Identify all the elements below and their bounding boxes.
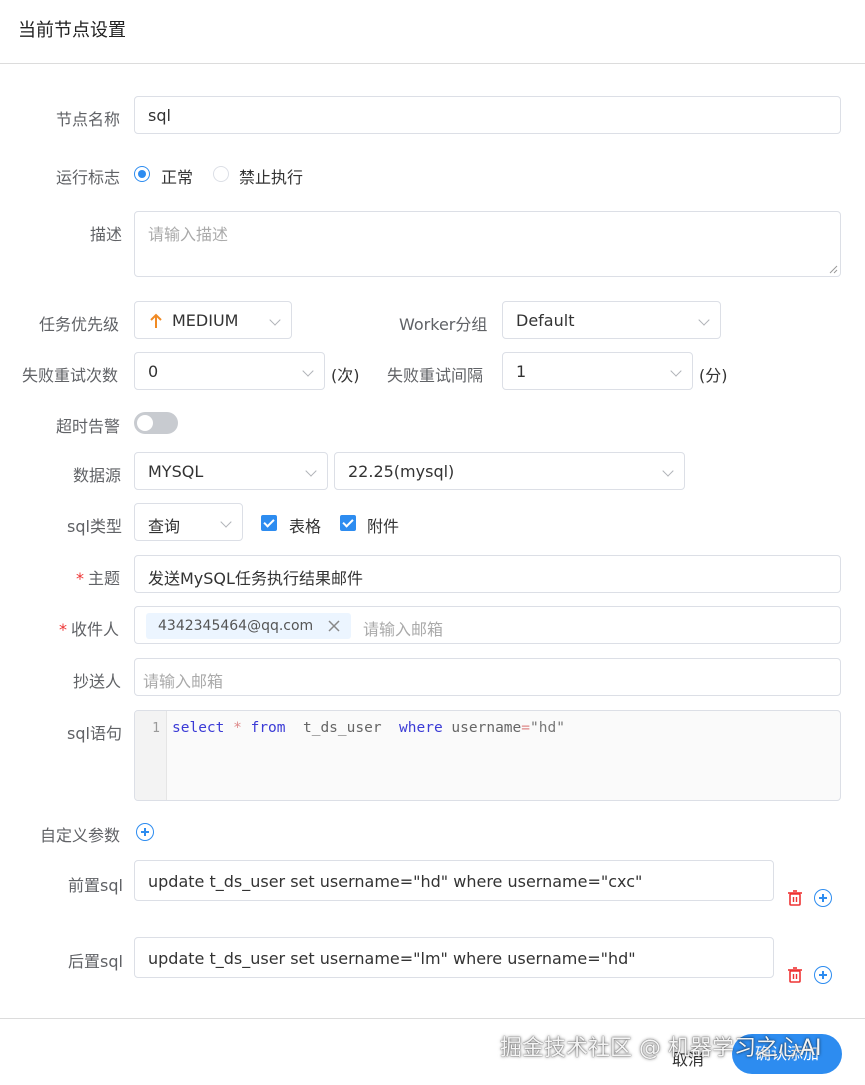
retry-times-label: 失败重试次数 (22, 366, 119, 385)
required-mark: * (76, 569, 84, 588)
datasource-label: 数据源 (73, 466, 122, 485)
retry-interval-suffix: (分) (699, 366, 728, 385)
priority-value: MEDIUM (172, 311, 239, 330)
timeout-alarm-label: 超时告警 (56, 417, 121, 436)
chevron-down-icon (302, 365, 314, 377)
sql-type-select[interactable]: 查询 (134, 503, 243, 541)
dialog-header: 当前节点设置 (0, 0, 865, 64)
run-flag-normal-radio[interactable] (134, 166, 150, 182)
datasource-instance-value: 22.25(mysql) (348, 462, 455, 481)
chevron-down-icon (269, 314, 281, 326)
trash-icon[interactable] (786, 966, 804, 984)
run-flag-forbidden-radio[interactable] (213, 166, 229, 182)
dialog-title: 当前节点设置 (18, 20, 126, 41)
trash-icon[interactable] (786, 889, 804, 907)
watermark-text: 掘金技术社区 @ 机器学习之心AI (500, 1036, 822, 1061)
custom-params-label: 自定义参数 (40, 826, 121, 845)
retry-times-suffix: (次) (331, 366, 360, 385)
worker-group-select[interactable]: Default (502, 301, 721, 339)
run-flag-forbidden-label[interactable]: 禁止执行 (239, 164, 303, 188)
chevron-down-icon (305, 465, 317, 477)
run-flag-normal-label[interactable]: 正常 (161, 164, 193, 188)
datasource-type-select[interactable]: MYSQL (134, 452, 328, 490)
line-number: 1 (152, 721, 160, 736)
description-textarea[interactable]: 请输入描述 (134, 211, 841, 277)
chevron-down-icon (670, 365, 682, 377)
recipient-tag: 4342345464@qq.com (146, 613, 352, 639)
priority-label: 任务优先级 (39, 315, 120, 334)
priority-select[interactable]: MEDIUM (134, 301, 292, 339)
line-number-gutter: 1 (135, 711, 167, 800)
run-flag-label: 运行标志 (56, 168, 121, 187)
attachment-checkbox-label[interactable]: 附件 (367, 513, 399, 537)
pre-sql-label: 前置sql (68, 876, 123, 895)
post-sql-value: update t_ds_user set username="lm" where… (148, 949, 636, 968)
retry-interval-select[interactable]: 1 (502, 352, 693, 390)
switch-knob (137, 415, 153, 431)
attachment-checkbox[interactable] (340, 515, 356, 531)
cc-placeholder: 请输入邮箱 (143, 672, 224, 691)
description-placeholder: 请输入描述 (148, 225, 229, 244)
sql-code-editor[interactable]: 1 select * from t_ds_user where username… (134, 710, 841, 801)
sql-type-label: sql类型 (67, 517, 122, 536)
add-param-icon[interactable] (136, 823, 154, 841)
sql-type-value: 查询 (148, 517, 181, 536)
add-pre-sql-icon[interactable] (814, 889, 832, 907)
retry-interval-value: 1 (516, 362, 527, 381)
required-mark: * (59, 620, 67, 639)
arrow-up-icon (150, 313, 162, 328)
description-label: 描述 (90, 225, 123, 244)
retry-interval-label: 失败重试间隔 (387, 366, 484, 385)
sql-statement-label: sql语句 (67, 724, 122, 743)
chevron-down-icon (220, 516, 232, 528)
table-checkbox-label[interactable]: 表格 (289, 513, 321, 537)
node-name-value: sql (148, 106, 171, 125)
chevron-down-icon (662, 465, 674, 477)
post-sql-input[interactable]: update t_ds_user set username="lm" where… (134, 937, 774, 978)
node-name-input[interactable]: sql (134, 96, 841, 134)
timeout-alarm-switch[interactable] (134, 412, 178, 434)
recipients-label: * 收件人 (59, 620, 120, 639)
datasource-instance-select[interactable]: 22.25(mysql) (334, 452, 685, 490)
chevron-down-icon (698, 314, 710, 326)
worker-group-label: Worker分组 (399, 315, 488, 334)
subject-value: 发送MySQL任务执行结果邮件 (148, 569, 363, 588)
node-name-label: 节点名称 (56, 110, 121, 129)
recipient-tag-text: 4342345464@qq.com (158, 618, 314, 634)
cc-label: 抄送人 (73, 672, 122, 691)
worker-group-value: Default (516, 311, 575, 330)
recipients-input[interactable]: 4342345464@qq.com 请输入邮箱 (134, 606, 841, 644)
recipients-placeholder: 请输入邮箱 (363, 620, 444, 639)
cc-input[interactable]: 请输入邮箱 (134, 658, 841, 696)
pre-sql-input[interactable]: update t_ds_user set username="hd" where… (134, 860, 774, 901)
subject-label: * 主题 (76, 569, 121, 588)
subject-input[interactable]: 发送MySQL任务执行结果邮件 (134, 555, 841, 593)
post-sql-label: 后置sql (68, 952, 123, 971)
table-checkbox[interactable] (261, 515, 277, 531)
retry-times-select[interactable]: 0 (134, 352, 325, 390)
add-post-sql-icon[interactable] (814, 966, 832, 984)
close-icon[interactable] (327, 619, 341, 633)
footer-divider (0, 1018, 865, 1019)
sql-code-line: select * from t_ds_user where username="… (172, 720, 565, 736)
retry-times-value: 0 (148, 362, 159, 381)
datasource-type-value: MYSQL (148, 462, 204, 481)
pre-sql-value: update t_ds_user set username="hd" where… (148, 872, 643, 891)
resize-handle-icon[interactable] (829, 265, 838, 274)
